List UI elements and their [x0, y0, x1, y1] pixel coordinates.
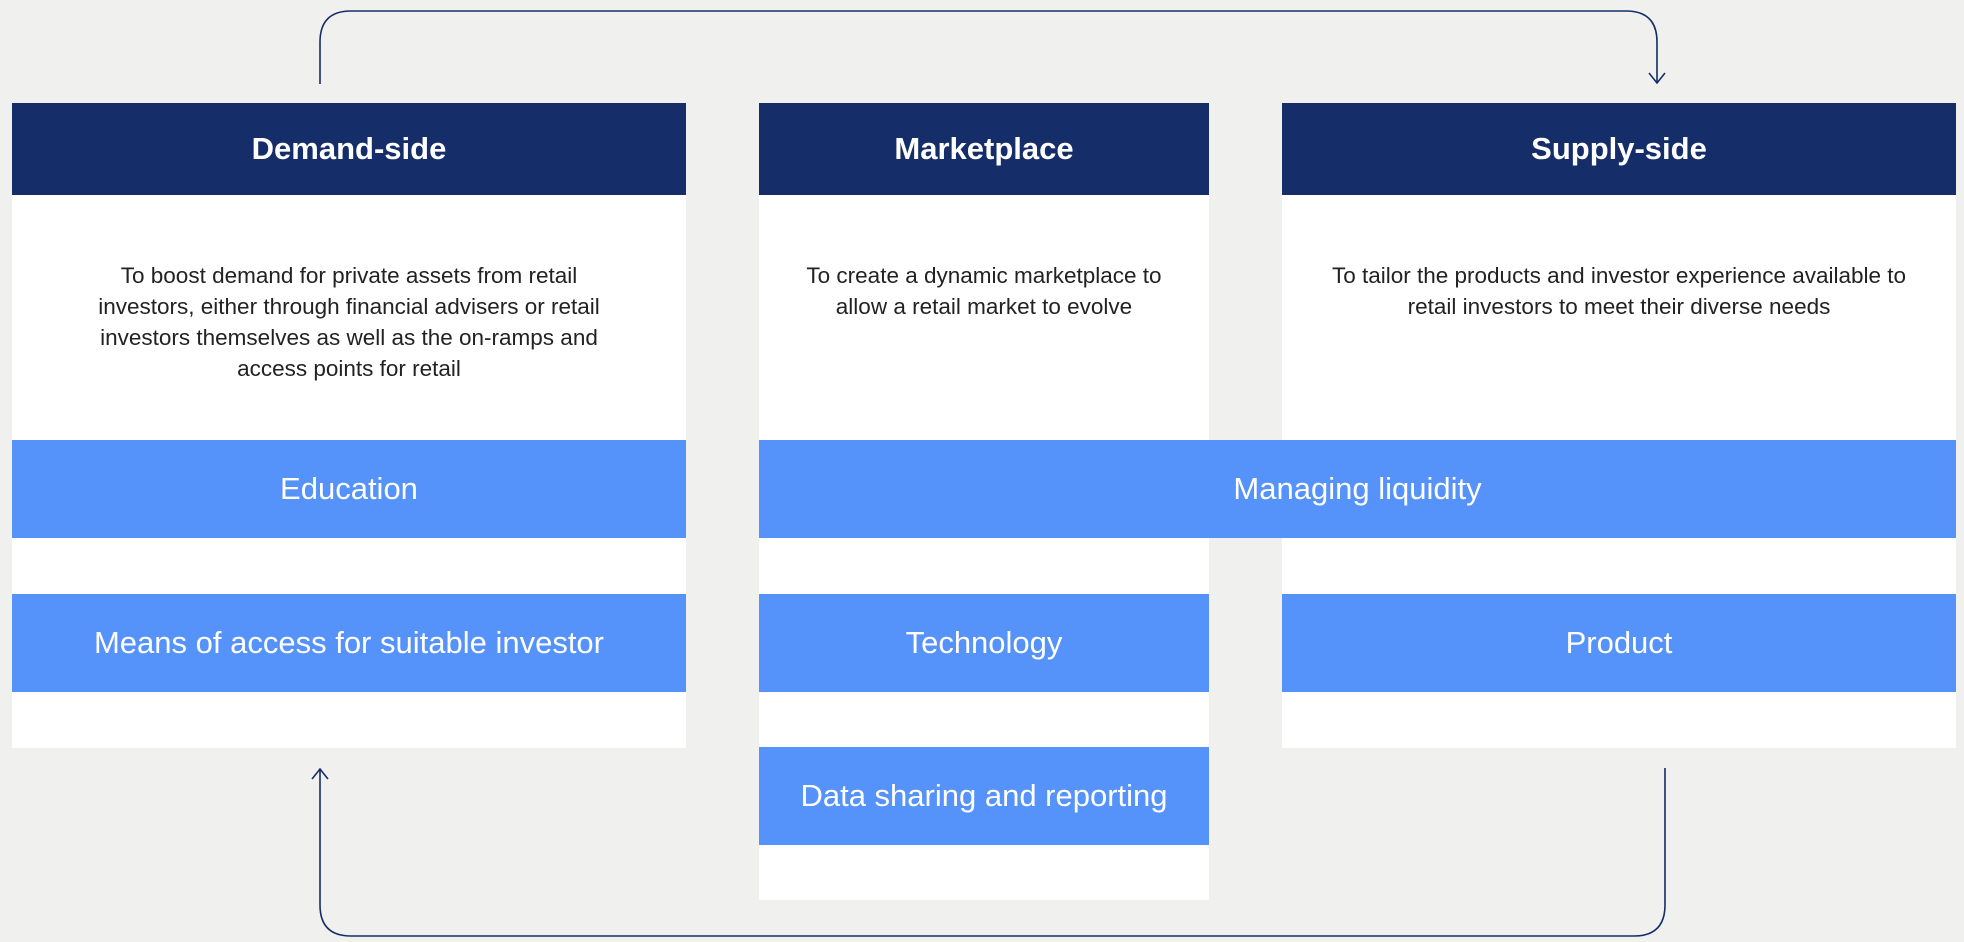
demand-side-description: To boost demand for private assets from …	[98, 263, 600, 381]
marketplace-description: To create a dynamic marketplace to allow…	[806, 263, 1162, 319]
top-arrow-path	[319, 10, 1658, 84]
managing-liquidity-pillar: Managing liquidity	[759, 440, 1956, 538]
product-pillar: Product	[1282, 594, 1956, 692]
technology-pillar: Technology	[759, 594, 1209, 692]
data-sharing-pillar: Data sharing and reporting	[759, 747, 1209, 845]
supply-side-description: To tailor the products and investor expe…	[1331, 263, 1907, 319]
means-of-access-pillar: Means of access for suitable investor	[12, 594, 686, 692]
demand-side-title: Demand-side	[12, 103, 686, 195]
education-pillar: Education	[12, 440, 686, 538]
marketplace-title: Marketplace	[759, 103, 1209, 195]
supply-side-title: Supply-side	[1282, 103, 1956, 195]
